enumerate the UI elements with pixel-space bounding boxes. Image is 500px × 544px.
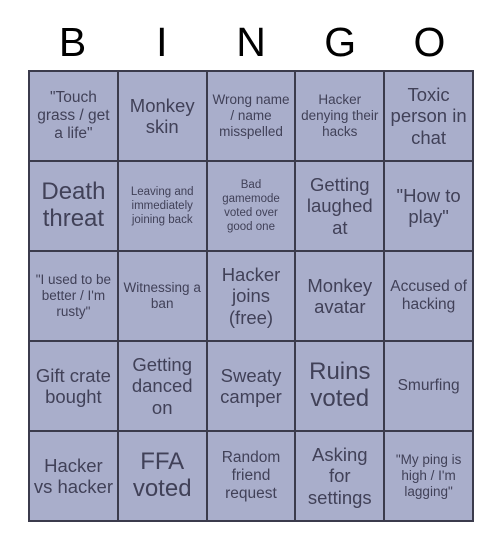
bingo-cell-r1c3[interactable]: Wrong name / name misspelled	[207, 72, 295, 160]
bingo-cell-r5c5[interactable]: "My ping is high / I'm lagging"	[385, 432, 472, 520]
header-letter-b: B	[58, 18, 87, 65]
bingo-cell-r4c2[interactable]: Getting danced on	[118, 342, 206, 430]
header-letter-n: N	[236, 18, 266, 65]
bingo-cell-r2c3[interactable]: Bad gamemode voted over good one	[207, 162, 295, 250]
bingo-cell-r3c5[interactable]: Accused of hacking	[385, 252, 472, 340]
bingo-cell-r4c5[interactable]: Smurfing	[385, 342, 472, 430]
bingo-cell-r1c2[interactable]: Monkey skin	[118, 72, 206, 160]
bingo-cell-r4c3[interactable]: Sweaty camper	[207, 342, 295, 430]
bingo-cell-r1c1[interactable]: "Touch grass / get a life"	[30, 72, 117, 160]
bingo-cell-r4c1[interactable]: Gift crate bought	[30, 342, 117, 430]
bingo-cell-r5c4[interactable]: Asking for settings	[296, 432, 384, 520]
bingo-cell-r2c5[interactable]: "How to play"	[385, 162, 472, 250]
bingo-cell-r1c4[interactable]: Hacker denying their hacks	[296, 72, 384, 160]
bingo-cell-r5c2[interactable]: FFA voted	[118, 432, 206, 520]
header-letter-i: I	[156, 18, 168, 65]
bingo-header-letters: B I N G O	[28, 14, 474, 70]
bingo-cell-r2c2[interactable]: Leaving and immediately joining back	[118, 162, 206, 250]
bingo-card: B I N G O "Touch grass / get a life" Monk…	[0, 0, 500, 544]
bingo-cell-r5c3[interactable]: Random friend request	[207, 432, 295, 520]
bingo-cell-r3c1[interactable]: "I used to be better / I'm rusty"	[30, 252, 117, 340]
header-letter-o: O	[413, 18, 446, 65]
header-letter-g: G	[324, 18, 357, 65]
bingo-cell-r3c3[interactable]: Hacker joins (free)	[207, 252, 295, 340]
bingo-cell-r4c4[interactable]: Ruins voted	[296, 342, 384, 430]
bingo-cell-r1c5[interactable]: Toxic person in chat	[385, 72, 472, 160]
bingo-cell-r5c1[interactable]: Hacker vs hacker	[30, 432, 117, 520]
bingo-cell-r2c1[interactable]: Death threat	[30, 162, 117, 250]
bingo-cell-r2c4[interactable]: Getting laughed at	[296, 162, 384, 250]
bingo-cell-r3c2[interactable]: Witnessing a ban	[118, 252, 206, 340]
bingo-cell-r3c4[interactable]: Monkey avatar	[296, 252, 384, 340]
bingo-grid: "Touch grass / get a life" Monkey skin Wro…	[28, 70, 474, 522]
